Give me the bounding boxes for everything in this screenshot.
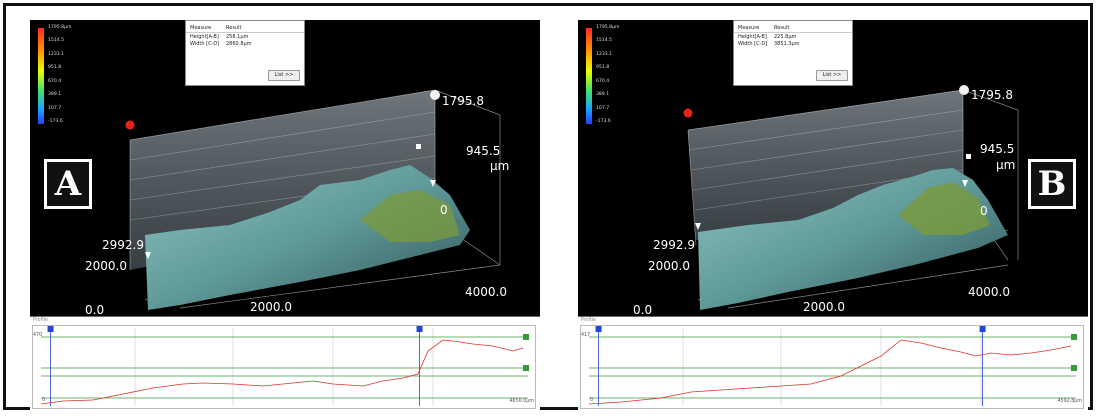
cbar-label: -173.6: [48, 119, 63, 124]
measure-result-window: Measure Result Height[A-B] 258.1µm Width…: [185, 20, 305, 86]
z-axis-top-label: 1795.8: [971, 88, 1013, 102]
z-axis-low-label: 0: [980, 204, 988, 218]
result-col-header: Result: [226, 25, 242, 31]
y-axis-low-label: 0.0: [85, 303, 105, 317]
z-axis-low-label: 0: [440, 203, 448, 217]
measure-value: 2860.8µm: [226, 41, 252, 47]
marker-handle-icon[interactable]: [595, 326, 602, 332]
marker-a-icon[interactable]: [683, 108, 693, 118]
profile-graph-area[interactable]: [32, 325, 536, 409]
profile-panel: Profile: [30, 316, 540, 410]
panel-a: 1795.8µm 1514.5 1233.1 951.8 670.4 389.1…: [30, 20, 540, 410]
cbar-label: 107.7: [596, 106, 610, 111]
z-axis-unit-label: µm: [996, 158, 1016, 172]
measure-value: 225.8µm: [774, 34, 797, 40]
cbar-label: 389.1: [48, 92, 62, 97]
x-axis-mid-label: 2000.0: [250, 300, 292, 314]
profile-panel: Profile: [578, 316, 1088, 410]
profile-graph: [588, 326, 1077, 406]
marker-b-icon[interactable]: [959, 85, 969, 95]
profile-title: Profile: [581, 318, 596, 323]
cbar-label: 951.8: [48, 65, 62, 70]
marker-c-icon[interactable]: [966, 154, 971, 159]
y-axis-low-label: 0.0: [633, 303, 653, 317]
guide-handle-icon[interactable]: [1071, 365, 1077, 371]
list-button[interactable]: List >>: [268, 70, 300, 81]
cbar-label: 1795.8µm: [596, 25, 620, 30]
guide-handle-icon[interactable]: [523, 334, 529, 340]
cbar-label: 1233.1: [48, 52, 65, 57]
cbar-label: 389.1: [596, 92, 610, 97]
measure-value: 258.1µm: [226, 34, 249, 40]
profile-graph: [40, 326, 529, 406]
color-scale-bar: [586, 28, 592, 124]
y-axis-mid-label: 2000.0: [648, 259, 690, 273]
y-axis-top-label: 2992.9: [102, 238, 144, 252]
marker-handle-icon[interactable]: [416, 326, 423, 332]
cbar-label: 1795.8µm: [48, 25, 72, 30]
marker-b-icon[interactable]: [430, 90, 440, 100]
marker-a-icon[interactable]: [125, 120, 135, 130]
x-axis-mid-label: 2000.0: [803, 300, 845, 314]
cbar-label: -173.6: [596, 119, 611, 124]
x-axis-right-label: 4000.0: [968, 285, 1010, 299]
profile-y-max-label: 470: [33, 333, 43, 338]
profile-y-max-label: 417: [581, 333, 591, 338]
color-scale-bar: [38, 28, 44, 124]
measure-table-header: Measure Result: [734, 25, 852, 33]
profile-x-max-label: 4592.8µm: [1057, 399, 1082, 404]
profile-x-min-label: 0: [42, 398, 46, 403]
y-axis-mid-label: 2000.0: [85, 259, 127, 273]
table-row[interactable]: Height[A-B] 258.1µm: [186, 34, 304, 41]
cbar-label: 1514.5: [596, 38, 613, 43]
profile-title: Profile: [33, 318, 48, 323]
measure-col-header: Measure: [190, 25, 212, 31]
y-axis-top-label: 2992.9: [653, 238, 695, 252]
guide-handle-icon[interactable]: [523, 365, 529, 371]
marker-c-icon[interactable]: [416, 144, 421, 149]
cbar-label: 670.4: [48, 79, 62, 84]
z-axis-unit-label: µm: [490, 159, 510, 173]
marker-handle-icon[interactable]: [979, 326, 986, 332]
z-axis-mid-label: 945.5: [980, 142, 1015, 156]
cbar-label: 951.8: [596, 65, 610, 70]
cbar-label: 1233.1: [596, 52, 613, 57]
list-button[interactable]: List >>: [816, 70, 848, 81]
measure-result-window: Measure Result Height[A-B] 225.8µm Width…: [733, 20, 853, 86]
x-axis-right-label: 4000.0: [465, 285, 507, 299]
cbar-label: 1514.5: [48, 38, 65, 43]
measure-name: Width [C-D]: [190, 41, 220, 47]
cbar-label: 670.4: [596, 79, 610, 84]
measure-name: Height[A-B]: [190, 34, 219, 40]
measure-table-header: Measure Result: [186, 25, 304, 33]
panel-badge: A: [44, 159, 92, 209]
guide-lines: [41, 336, 528, 399]
z-axis-mid-label: 945.5: [466, 144, 501, 158]
cbar-label: 107.7: [48, 106, 62, 111]
measure-name: Height[A-B]: [738, 34, 767, 40]
guide-handle-icon[interactable]: [1071, 334, 1077, 340]
table-row[interactable]: Width [C-D] 3851.3µm: [734, 41, 852, 48]
marker-handle-icon[interactable]: [47, 326, 54, 332]
profile-curve: [40, 339, 524, 405]
table-row[interactable]: Height[A-B] 225.8µm: [734, 34, 852, 41]
result-col-header: Result: [774, 25, 790, 31]
figure-frame: 1795.8µm 1514.5 1233.1 951.8 670.4 389.1…: [3, 3, 1093, 410]
profile-curve: [588, 339, 1072, 405]
z-axis-top-label: 1795.8: [442, 94, 484, 108]
panel-badge: B: [1028, 159, 1076, 209]
panel-b: 1795.8µm 1514.5 1233.1 951.8 670.4 389.1…: [578, 20, 1088, 410]
profile-x-min-label: 0: [590, 398, 594, 403]
guide-lines: [589, 336, 1076, 399]
measure-name: Width [C-D]: [738, 41, 768, 47]
profile-graph-area[interactable]: [580, 325, 1084, 409]
measure-col-header: Measure: [738, 25, 760, 31]
table-row[interactable]: Width [C-D] 2860.8µm: [186, 41, 304, 48]
measure-value: 3851.3µm: [774, 41, 800, 47]
profile-x-max-label: 4650.0µm: [509, 399, 534, 404]
